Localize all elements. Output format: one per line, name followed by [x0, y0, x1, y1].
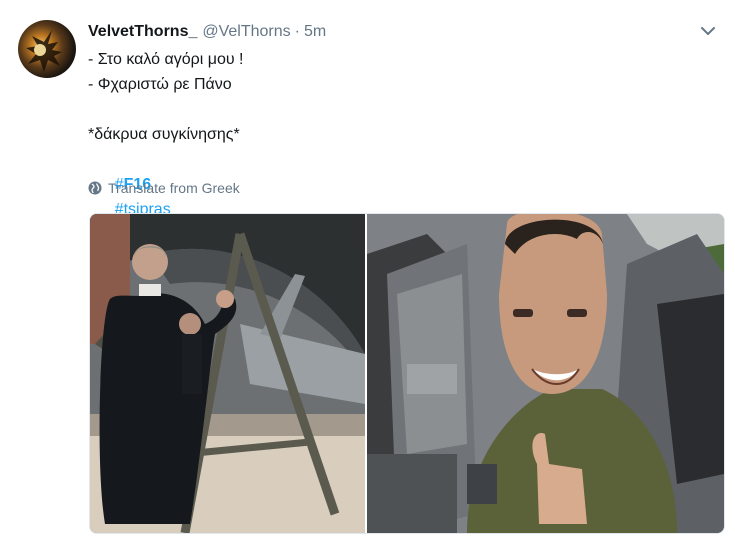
translate-label: Translate from Greek	[108, 180, 240, 196]
timestamp[interactable]: 5m	[304, 23, 326, 41]
tweet-text-line	[88, 97, 688, 122]
photo-hangar[interactable]	[90, 214, 365, 533]
media-grid	[89, 213, 725, 534]
translate-link[interactable]: Translate from Greek	[88, 180, 240, 196]
tweet-header: VelvetThorns_ @VelThorns · 5m	[88, 21, 715, 43]
separator-dot: ·	[294, 23, 300, 40]
globe-icon	[88, 181, 102, 195]
photo-cockpit[interactable]	[367, 214, 724, 533]
chevron-down-icon[interactable]	[699, 22, 717, 40]
tweet-text-line: *δάκρυα συγκίνησης*	[88, 126, 240, 143]
user-handle[interactable]: @VelThorns	[202, 23, 290, 41]
tweet-text-line: - Φχαριστώ ρε Πάνο	[88, 76, 232, 93]
hashtags-line: #F16 #tsipras	[88, 147, 688, 218]
tweet: VelvetThorns_ @VelThorns · 5m - Στο καλό…	[0, 0, 735, 543]
tweet-text: - Στο καλό αγόρι μου ! - Φχαριστώ ρε Πάν…	[88, 47, 688, 218]
tweet-text-line: - Στο καλό αγόρι μου !	[88, 51, 244, 68]
display-name[interactable]: VelvetThorns_	[88, 23, 197, 41]
avatar[interactable]	[18, 20, 76, 78]
